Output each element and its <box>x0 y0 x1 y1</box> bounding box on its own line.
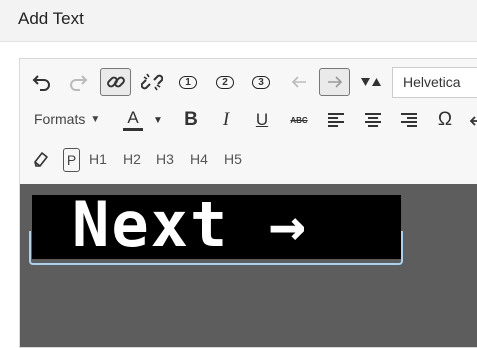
arrow-left-icon <box>291 76 306 88</box>
unlink-button[interactable] <box>138 68 166 96</box>
underline-button[interactable]: U <box>249 106 275 134</box>
special-character-button[interactable]: Ω <box>432 106 458 134</box>
text-direction-button[interactable] <box>358 68 384 96</box>
anchor-1-label: 1 <box>179 75 197 89</box>
align-center-button[interactable] <box>360 106 386 134</box>
anchor-2-label: 2 <box>216 75 234 89</box>
clear-formatting-button[interactable] <box>28 145 54 173</box>
font-family-select[interactable]: Helvetica <box>392 67 477 98</box>
color-swatch-icon <box>123 128 143 131</box>
outdent-button[interactable] <box>286 68 312 96</box>
strikethrough-button[interactable]: ABC <box>286 106 312 134</box>
editor-content-area[interactable]: Next → <box>20 184 477 347</box>
anchor-1-button[interactable]: 1 <box>175 68 201 96</box>
formats-dropdown[interactable]: Formats ▼ <box>34 111 100 127</box>
italic-button[interactable]: I <box>213 106 239 134</box>
redo-button[interactable] <box>64 68 92 96</box>
chevron-down-icon: ▼ <box>90 113 101 125</box>
text-color-dropdown[interactable]: ▼ <box>150 106 166 134</box>
toolbar-row-1: 1 2 3 Helvetica <box>20 65 477 101</box>
chevron-down-icon: ▼ <box>153 114 163 126</box>
heading-4-button[interactable]: H4 <box>190 151 208 167</box>
toolbar-row-2: Formats ▼ A ▼ B I U ABC Ω <box>20 103 477 139</box>
paragraph-button[interactable]: P <box>63 148 80 172</box>
bold-button[interactable]: B <box>178 106 204 134</box>
align-left-icon <box>328 113 344 127</box>
align-center-icon <box>365 113 381 127</box>
text-color-letter: A <box>127 108 139 127</box>
toolbar-row-3: P H1 H2 H3 H4 H5 <box>20 142 477 178</box>
formats-label: Formats <box>34 111 86 127</box>
eraser-icon <box>34 152 48 167</box>
link-icon <box>106 76 125 88</box>
selection-outline <box>29 231 403 265</box>
heading-3-button[interactable]: H3 <box>156 151 174 167</box>
direction-triangles-icon <box>361 78 381 86</box>
align-right-icon <box>401 113 417 127</box>
redo-icon <box>70 75 88 91</box>
anchor-3-button[interactable]: 3 <box>248 68 274 96</box>
arrow-right-icon <box>327 76 342 88</box>
text-color-button[interactable]: A <box>120 106 146 134</box>
align-right-button[interactable] <box>396 106 422 134</box>
undo-button[interactable] <box>28 68 56 96</box>
text-editor: 1 2 3 Helvetica Formats ▼ A ▼ B I U ABC … <box>19 58 477 348</box>
unlink-icon <box>141 73 163 91</box>
anchor-2-button[interactable]: 2 <box>212 68 238 96</box>
more-button[interactable] <box>466 106 477 134</box>
indent-button[interactable] <box>319 68 350 96</box>
heading-1-button[interactable]: H1 <box>89 151 107 167</box>
dialog-header: Add Text <box>0 0 477 42</box>
heading-5-button[interactable]: H5 <box>224 151 242 167</box>
anchor-3-label: 3 <box>252 75 270 89</box>
dialog-title: Add Text <box>18 9 84 28</box>
align-left-button[interactable] <box>323 106 349 134</box>
undo-icon <box>32 75 50 91</box>
insert-link-button[interactable] <box>100 68 131 96</box>
heading-2-button[interactable]: H2 <box>123 151 141 167</box>
return-arrow-icon <box>469 116 477 126</box>
